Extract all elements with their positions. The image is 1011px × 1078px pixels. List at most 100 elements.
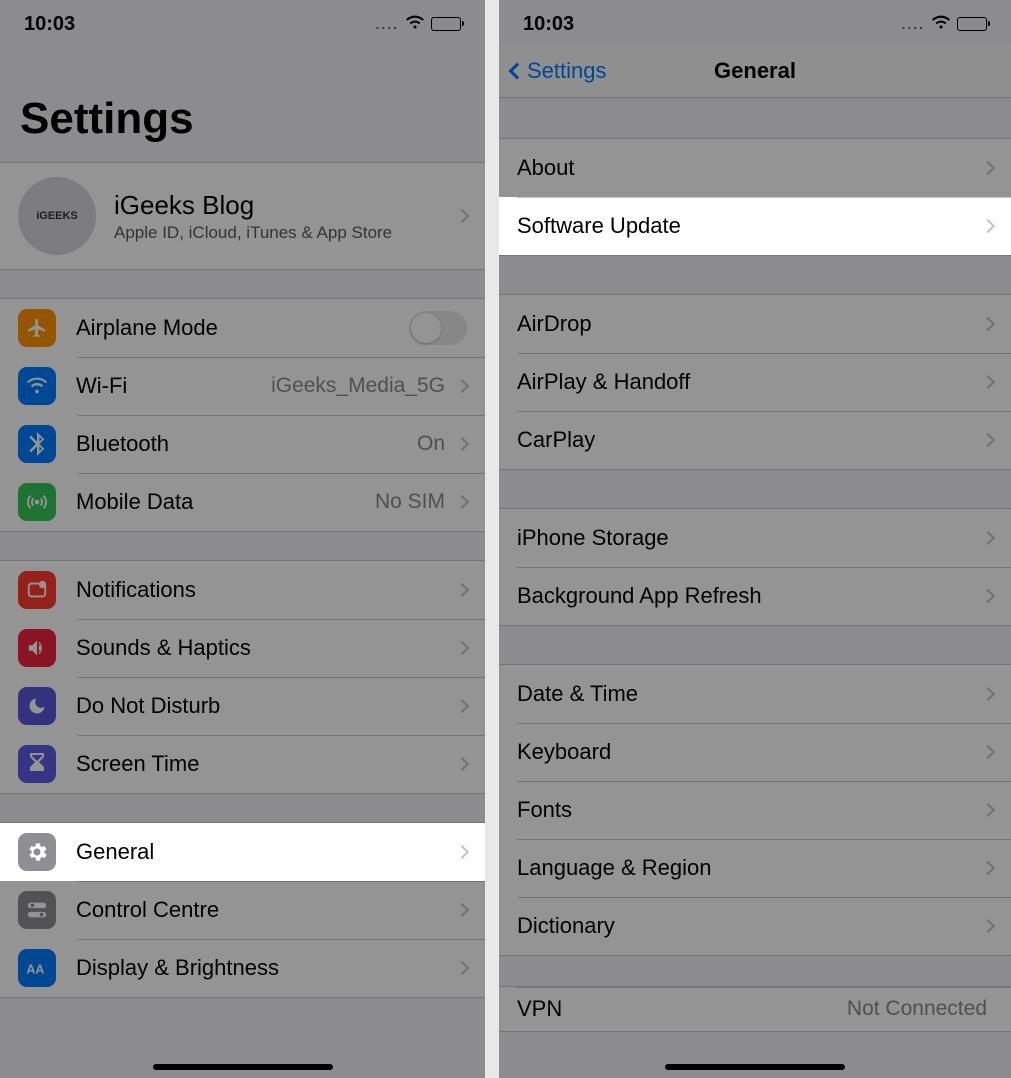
airplay-row[interactable]: AirPlay & Handoff [499,353,1011,411]
bg-refresh-row[interactable]: Background App Refresh [499,567,1011,625]
wifi-icon [931,13,951,36]
chevron-right-icon [981,861,995,875]
general-screen: 10:03 .... Settings General About Softwa… [499,0,1011,1078]
wifi-value: iGeeks_Media_5G [271,374,445,398]
screentime-label: Screen Time [76,751,200,777]
chevron-right-icon [455,699,469,713]
dnd-row[interactable]: Do Not Disturb [0,677,485,735]
status-right: .... [375,13,461,36]
chevron-right-icon [981,317,995,331]
mobile-value: No SIM [375,490,445,514]
notifications-row[interactable]: Notifications [0,561,485,619]
control-centre-row[interactable]: Control Centre [0,881,485,939]
settings-root-screen: 10:03 .... Settings iGEEKS iGeeks Blog A… [0,0,499,1078]
bluetooth-value: On [417,432,445,456]
battery-icon [431,17,461,31]
software-update-label: Software Update [517,213,681,239]
language-row[interactable]: Language & Region [499,839,1011,897]
vpn-row[interactable]: VPN Not Connected [499,987,1011,1031]
bluetooth-icon [18,425,56,463]
apple-id-row[interactable]: iGEEKS iGeeks Blog Apple ID, iCloud, iTu… [0,163,485,269]
system-group: General Control Centre AA Display & Brig… [0,822,485,998]
localization-group: Date & Time Keyboard Fonts Language & Re… [499,664,1011,956]
chevron-right-icon [981,687,995,701]
connectivity-group: AirDrop AirPlay & Handoff CarPlay [499,294,1011,470]
chevron-right-icon [455,495,469,509]
wifi-icon [18,367,56,405]
signal-dots: .... [901,16,925,32]
storage-group: iPhone Storage Background App Refresh [499,508,1011,626]
airplane-mode-row[interactable]: Airplane Mode [0,299,485,357]
chevron-right-icon [455,583,469,597]
nav-title: General [714,58,796,84]
about-label: About [517,155,575,181]
dictionary-row[interactable]: Dictionary [499,897,1011,955]
speaker-icon [18,629,56,667]
chevron-right-icon [455,379,469,393]
avatar: iGEEKS [18,177,96,255]
status-time: 10:03 [24,13,75,36]
battery-icon [957,17,987,31]
page-title: Settings [0,44,485,162]
airplane-icon [18,309,56,347]
datetime-row[interactable]: Date & Time [499,665,1011,723]
back-button[interactable]: Settings [511,44,607,97]
sounds-row[interactable]: Sounds & Haptics [0,619,485,677]
status-bar: 10:03 .... [499,0,1011,44]
chevron-right-icon [455,845,469,859]
chevron-right-icon [981,803,995,817]
chevron-right-icon [981,433,995,447]
fonts-row[interactable]: Fonts [499,781,1011,839]
svg-text:AA: AA [26,962,44,976]
antenna-icon [18,483,56,521]
mobile-label: Mobile Data [76,489,193,515]
profile-name: iGeeks Blog [114,190,451,221]
dnd-label: Do Not Disturb [76,693,220,719]
vpn-value: Not Connected [847,997,987,1021]
chevron-left-icon [509,62,526,79]
chevron-right-icon [455,757,469,771]
text-size-icon: AA [18,949,56,987]
profile-group: iGEEKS iGeeks Blog Apple ID, iCloud, iTu… [0,162,485,270]
status-right: .... [901,13,987,36]
home-indicator[interactable] [153,1064,333,1070]
airplane-label: Airplane Mode [76,315,218,341]
bluetooth-row[interactable]: Bluetooth On [0,415,485,473]
about-group: About Software Update [499,138,1011,256]
wifi-icon [405,13,425,36]
moon-icon [18,687,56,725]
airplane-toggle[interactable] [409,311,467,345]
wifi-row[interactable]: Wi-Fi iGeeks_Media_5G [0,357,485,415]
nav-bar: Settings General [499,44,1011,98]
software-update-row[interactable]: Software Update [499,197,1011,255]
keyboard-row[interactable]: Keyboard [499,723,1011,781]
status-time: 10:03 [523,13,574,36]
status-bar: 10:03 .... [0,0,485,44]
mobile-data-row[interactable]: Mobile Data No SIM [0,473,485,531]
back-label: Settings [527,58,607,84]
profile-subtitle: Apple ID, iCloud, iTunes & App Store [114,223,451,243]
chevron-right-icon [981,919,995,933]
display-row[interactable]: AA Display & Brightness [0,939,485,997]
toggles-icon [18,891,56,929]
carplay-row[interactable]: CarPlay [499,411,1011,469]
general-label: General [76,839,154,865]
chevron-right-icon [455,209,469,223]
gear-icon [18,833,56,871]
general-row[interactable]: General [0,823,485,881]
sounds-label: Sounds & Haptics [76,635,251,661]
chevron-right-icon [981,745,995,759]
storage-row[interactable]: iPhone Storage [499,509,1011,567]
airdrop-row[interactable]: AirDrop [499,295,1011,353]
control-label: Control Centre [76,897,219,923]
screentime-row[interactable]: Screen Time [0,735,485,793]
alerts-group: Notifications Sounds & Haptics Do Not Di… [0,560,485,794]
wifi-label: Wi-Fi [76,373,127,399]
chevron-right-icon [981,161,995,175]
chevron-right-icon [455,641,469,655]
about-row[interactable]: About [499,139,1011,197]
home-indicator[interactable] [665,1064,845,1070]
signal-dots: .... [375,16,399,32]
chevron-right-icon [455,903,469,917]
chevron-right-icon [981,589,995,603]
